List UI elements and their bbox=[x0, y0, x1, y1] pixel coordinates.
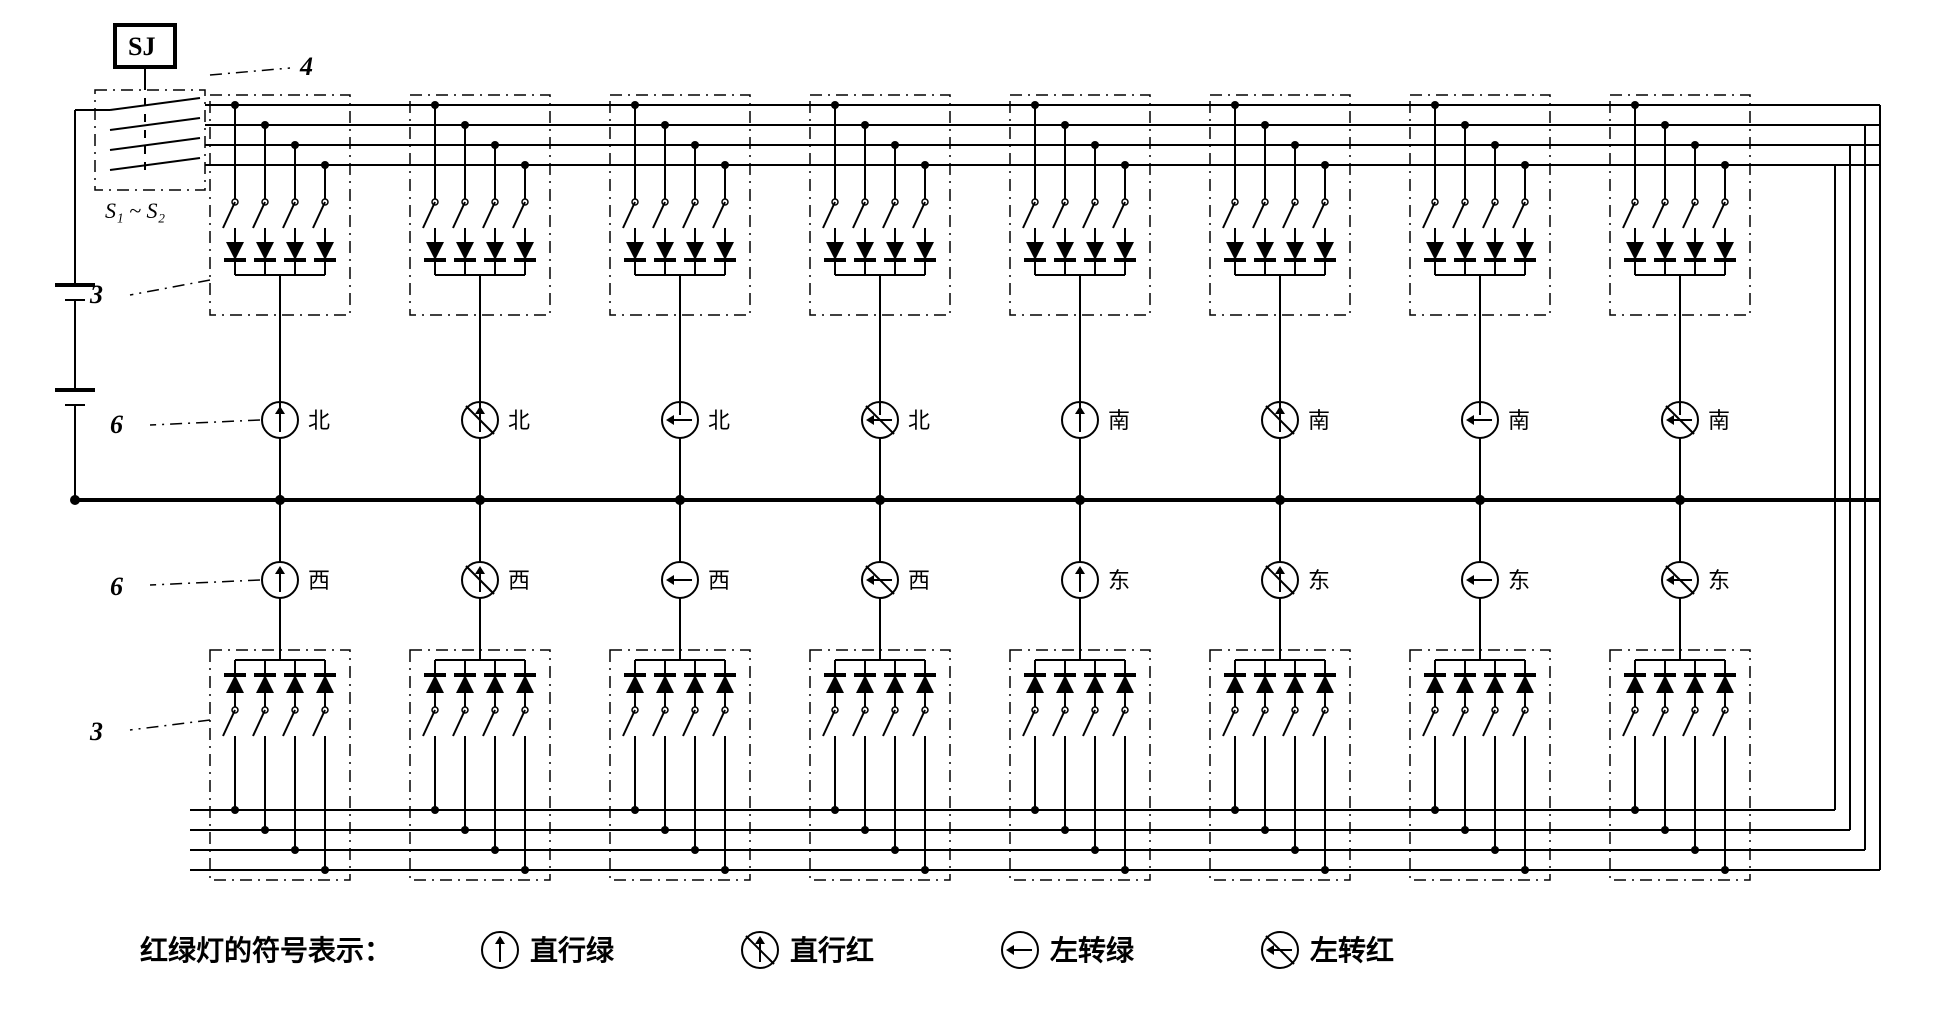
legend: 红绿灯的符号表示： 直行绿 直行红 左转绿 左转红 bbox=[140, 932, 1394, 968]
svg-text:北: 北 bbox=[508, 408, 530, 433]
lamp-icon bbox=[1062, 402, 1098, 438]
lamp-icon bbox=[1262, 402, 1298, 438]
lamp-icon bbox=[462, 562, 498, 598]
lamp-icon bbox=[262, 562, 298, 598]
battery bbox=[55, 110, 1880, 505]
svg-text:西: 西 bbox=[908, 568, 930, 593]
legend-icon-straight-red bbox=[742, 932, 778, 968]
svg-text:直行红: 直行红 bbox=[790, 934, 874, 967]
sj-label: SJ bbox=[128, 32, 155, 61]
legend-icon-left-red bbox=[1262, 932, 1298, 968]
svg-text:左转红: 左转红 bbox=[1310, 934, 1394, 967]
legend-title: 红绿灯的符号表示： bbox=[140, 934, 392, 967]
top-modules: 北 北 北 北 bbox=[210, 95, 1750, 505]
svg-text:直行绿: 直行绿 bbox=[530, 934, 615, 967]
svg-text:西: 西 bbox=[508, 568, 530, 593]
switch-range-label: S₁ ~ S₂ bbox=[105, 198, 166, 223]
svg-text:北: 北 bbox=[708, 408, 730, 433]
svg-text:东: 东 bbox=[1508, 568, 1530, 593]
svg-text:北: 北 bbox=[908, 408, 930, 433]
svg-text:6: 6 bbox=[110, 572, 123, 601]
svg-text:南: 南 bbox=[1308, 408, 1330, 433]
ref-3-top: 3 bbox=[89, 280, 210, 309]
ref-3-bottom: 3 bbox=[89, 717, 210, 746]
sj-block: SJ bbox=[115, 25, 175, 90]
lamp-icon bbox=[662, 562, 698, 598]
lamp-icon bbox=[1662, 562, 1698, 598]
svg-text:东: 东 bbox=[1108, 568, 1130, 593]
svg-text:4: 4 bbox=[299, 52, 313, 81]
switch-bank: S₁ ~ S₂ bbox=[95, 90, 205, 223]
lamp-icon bbox=[1462, 562, 1498, 598]
svg-text:6: 6 bbox=[110, 410, 123, 439]
lamp-icon bbox=[462, 402, 498, 438]
bottom-modules: 西 西 西 西 bbox=[210, 495, 1750, 880]
lamp-icon bbox=[1262, 562, 1298, 598]
svg-text:3: 3 bbox=[89, 280, 103, 309]
svg-text:南: 南 bbox=[1508, 408, 1530, 433]
lamp-icon bbox=[262, 402, 298, 438]
ref-6-bottom: 6 bbox=[110, 572, 260, 601]
legend-icon-straight-green bbox=[482, 932, 518, 968]
bottom-bus bbox=[190, 810, 1880, 870]
svg-text:东: 东 bbox=[1708, 568, 1730, 593]
lamp-icon bbox=[862, 562, 898, 598]
svg-text:南: 南 bbox=[1708, 408, 1730, 433]
svg-text:东: 东 bbox=[1308, 568, 1330, 593]
ref-6-top: 6 bbox=[110, 410, 260, 439]
svg-text:西: 西 bbox=[308, 568, 330, 593]
ref-4: 4 bbox=[210, 52, 313, 81]
svg-text:南: 南 bbox=[1108, 408, 1130, 433]
legend-icon-left-green bbox=[1002, 932, 1038, 968]
svg-text:西: 西 bbox=[708, 568, 730, 593]
circuit-diagram: SJ S₁ ~ S₂ 4 bbox=[20, 20, 1920, 1000]
svg-text:北: 北 bbox=[308, 408, 330, 433]
svg-text:左转绿: 左转绿 bbox=[1050, 935, 1135, 967]
svg-text:3: 3 bbox=[89, 717, 103, 746]
lamp-icon bbox=[1062, 562, 1098, 598]
